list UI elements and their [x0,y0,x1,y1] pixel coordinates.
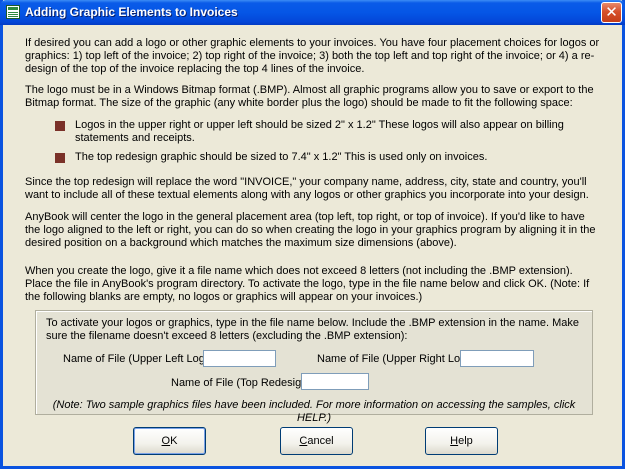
upper-right-label: Name of File (Upper Right Logo): [317,353,480,365]
upper-left-label: Name of File (Upper Left Logo): [63,353,218,365]
help-label: elp [458,435,473,447]
upper-right-input[interactable] [460,350,534,367]
file-name-group: To activate your logos or graphics, type… [35,310,593,424]
format-paragraph: The logo must be in a Windows Bitmap for… [25,84,594,109]
window-title: Adding Graphic Elements to Invoices [25,5,238,19]
ok-mnemonic: O [161,435,171,447]
bullet-text: The top redesign graphic should be sized… [75,151,488,163]
upper-left-input[interactable] [203,350,276,367]
group-instructions: To activate your logos or graphics, type… [46,317,579,342]
sample-files-note: (Note: Two sample graphics files have be… [52,399,576,424]
filename-paragraph: When you create the logo, give it a file… [25,265,590,303]
bullet-text: Logos in the upper right or upper left s… [75,119,564,144]
table-icon [6,5,20,19]
centering-paragraph: AnyBook will center the logo in the gene… [25,211,596,249]
dialog-window: Adding Graphic Elements to Invoices ✕ If… [0,0,625,469]
ok-label: K [170,435,178,447]
bullet-square-icon [55,153,65,163]
ok-button[interactable]: OK [133,427,206,455]
title-bar[interactable]: Adding Graphic Elements to Invoices ✕ [0,0,625,25]
close-button[interactable]: ✕ [601,2,622,23]
top-redesign-input[interactable] [301,373,369,390]
help-button[interactable]: Help [425,427,498,455]
cancel-button[interactable]: Cancel [280,427,353,455]
intro-paragraph: If desired you can add a logo or other g… [25,37,600,75]
top-redesign-label: Name of File (Top Redesign): [171,377,315,389]
help-mnemonic: H [450,435,459,447]
cancel-label: ancel [307,435,334,447]
bullet-square-icon [55,121,65,131]
redesign-paragraph: Since the top redesign will replace the … [25,176,589,201]
